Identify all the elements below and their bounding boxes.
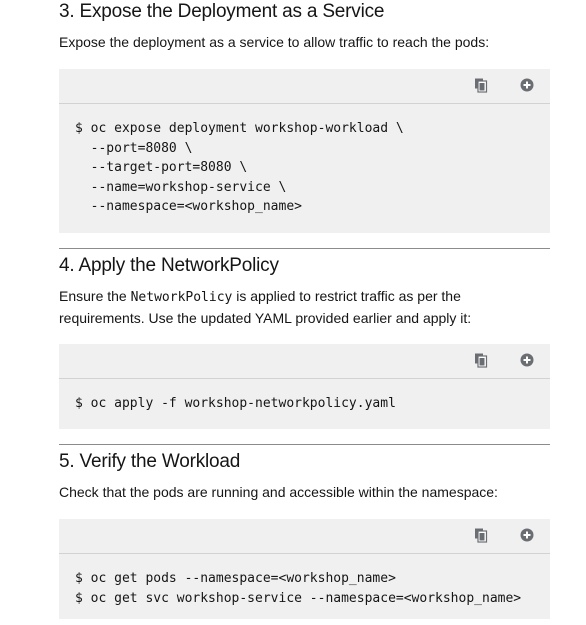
description-text: is applied to restrict traffic as per th… bbox=[232, 288, 461, 304]
description-text: requirements. Use the updated YAML provi… bbox=[59, 310, 472, 326]
code-toolbar bbox=[59, 69, 550, 104]
plus-circle-icon[interactable] bbox=[519, 527, 535, 543]
code-toolbar bbox=[59, 344, 550, 379]
section-divider bbox=[59, 248, 550, 249]
section-title-apply-networkpolicy: 4. Apply the NetworkPolicy bbox=[59, 255, 279, 276]
inline-code-networkpolicy: NetworkPolicy bbox=[130, 290, 233, 305]
plus-circle-icon[interactable] bbox=[519, 77, 535, 93]
description-text: Ensure the bbox=[59, 288, 131, 304]
code-line: --target-port=8080 \ bbox=[75, 160, 248, 175]
code-content: $ oc expose deployment workshop-workload… bbox=[59, 104, 550, 217]
code-content: $ oc apply -f workshop-networkpolicy.yam… bbox=[59, 379, 550, 414]
code-block-expose-service: $ oc expose deployment workshop-workload… bbox=[59, 69, 550, 233]
section-title-expose-service: 3. Expose the Deployment as a Service bbox=[59, 1, 385, 22]
section-divider bbox=[59, 444, 550, 445]
section-description-expose-service: Expose the deployment as a service to al… bbox=[59, 34, 490, 50]
code-block-apply-networkpolicy: $ oc apply -f workshop-networkpolicy.yam… bbox=[59, 344, 550, 429]
code-line: $ oc apply -f workshop-networkpolicy.yam… bbox=[75, 396, 396, 411]
code-toolbar bbox=[59, 519, 550, 554]
code-block-verify-workload: $ oc get pods --namespace=<workshop_name… bbox=[59, 519, 550, 619]
copy-icon[interactable] bbox=[473, 77, 489, 93]
code-line: $ oc get svc workshop-service --namespac… bbox=[75, 590, 522, 606]
section-description-apply-networkpolicy: Ensure the NetworkPolicy is applied to r… bbox=[59, 286, 471, 329]
section-description-verify-workload: Check that the pods are running and acce… bbox=[59, 484, 498, 500]
section-title-verify-workload: 5. Verify the Workload bbox=[59, 451, 241, 472]
code-content: $ oc get pods --namespace=<workshop_name… bbox=[59, 554, 550, 608]
code-line: --port=8080 \ bbox=[75, 140, 193, 156]
copy-icon[interactable] bbox=[473, 527, 489, 543]
code-line: $ oc get pods --namespace=<workshop_name… bbox=[75, 571, 396, 586]
copy-icon[interactable] bbox=[473, 352, 489, 368]
code-line: --name=workshop-service \ bbox=[75, 179, 287, 195]
code-line: $ oc expose deployment workshop-workload… bbox=[75, 121, 404, 136]
plus-circle-icon[interactable] bbox=[519, 352, 535, 368]
code-line: --namespace=<workshop_name> bbox=[75, 199, 302, 214]
